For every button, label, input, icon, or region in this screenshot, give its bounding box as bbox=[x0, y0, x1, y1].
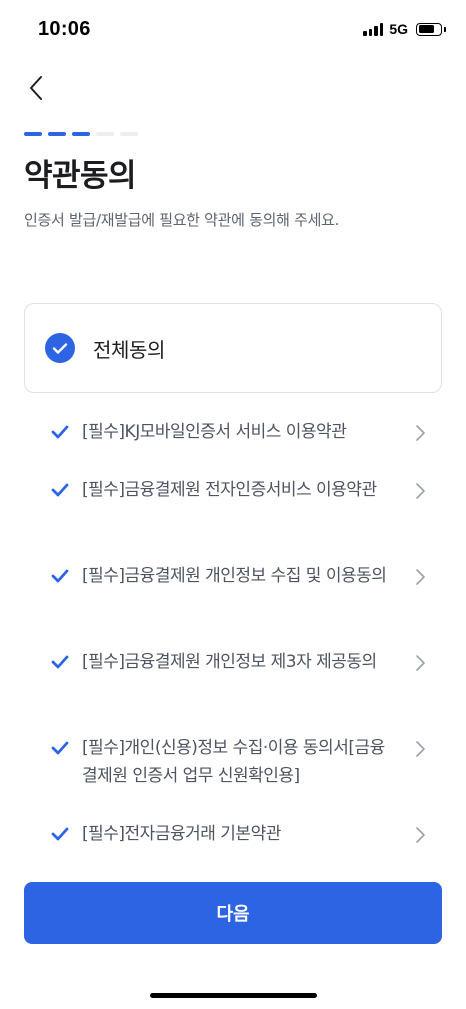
term-label: [필수]금융결제원 개인정보 제3자 제공동의 bbox=[82, 652, 377, 672]
check-circle-icon bbox=[45, 333, 75, 363]
chevron-right-icon[interactable] bbox=[414, 568, 426, 586]
progress-segment bbox=[24, 132, 42, 136]
term-item[interactable]: [필수]금융결제원 전자인증서비스 이용약관 bbox=[24, 476, 442, 504]
agree-all-label: 전체동의 bbox=[93, 337, 165, 362]
battery-icon bbox=[416, 22, 446, 36]
chevron-right-icon[interactable] bbox=[414, 424, 426, 442]
term-item[interactable]: [필수]전자금융거래 기본약관 bbox=[24, 820, 442, 848]
progress-segment bbox=[48, 132, 66, 136]
checkmark-icon bbox=[48, 648, 72, 676]
term-label: [필수]금융결제원 전자인증서비스 이용약관 bbox=[82, 480, 377, 500]
term-item[interactable]: [필수]개인(신용)정보 수집·이용 동의서[금융결제원 인증서 업무 신원확인… bbox=[24, 734, 442, 790]
checkmark-icon bbox=[48, 734, 72, 762]
checkmark-icon bbox=[48, 418, 72, 446]
step-progress-indicator bbox=[24, 132, 138, 136]
progress-segment bbox=[120, 132, 138, 136]
term-label: [필수]KJ모바일인증서 서비스 이용약관 bbox=[82, 422, 347, 442]
back-button[interactable] bbox=[20, 70, 52, 106]
checkmark-icon bbox=[48, 820, 72, 848]
network-type: 5G bbox=[389, 21, 408, 37]
chevron-left-icon bbox=[30, 76, 42, 100]
chevron-right-icon[interactable] bbox=[414, 740, 426, 758]
signal-icon bbox=[363, 22, 384, 36]
term-item[interactable]: [필수]금융결제원 개인정보 수집 및 이용동의 bbox=[24, 562, 442, 590]
chevron-right-icon[interactable] bbox=[414, 482, 426, 500]
status-time: 10:06 bbox=[38, 18, 91, 40]
status-bar: 10:06 5G bbox=[0, 0, 466, 58]
progress-segment bbox=[72, 132, 90, 136]
chevron-right-icon[interactable] bbox=[414, 654, 426, 672]
term-item[interactable]: [필수]금융결제원 개인정보 제3자 제공동의 bbox=[24, 648, 442, 676]
term-label: [필수]금융결제원 개인정보 수집 및 이용동의 bbox=[82, 566, 387, 586]
status-indicators: 5G bbox=[363, 21, 446, 37]
term-label: [필수]전자금융거래 기본약관 bbox=[82, 824, 281, 844]
progress-segment bbox=[96, 132, 114, 136]
term-label: [필수]개인(신용)정보 수집·이용 동의서[금융결제원 인증서 업무 신원확인… bbox=[82, 738, 385, 786]
agree-all-checkbox[interactable]: 전체동의 bbox=[24, 303, 442, 393]
term-item[interactable]: [필수]KJ모바일인증서 서비스 이용약관 bbox=[24, 418, 442, 446]
checkmark-icon bbox=[48, 476, 72, 504]
chevron-right-icon[interactable] bbox=[414, 826, 426, 844]
checkmark-icon bbox=[48, 562, 72, 590]
page-title: 약관동의 bbox=[24, 158, 137, 194]
page-subtitle: 인증서 발급/재발급에 필요한 약관에 동의해 주세요. bbox=[24, 211, 340, 229]
next-button[interactable]: 다음 bbox=[24, 882, 442, 944]
home-indicator bbox=[150, 993, 317, 998]
